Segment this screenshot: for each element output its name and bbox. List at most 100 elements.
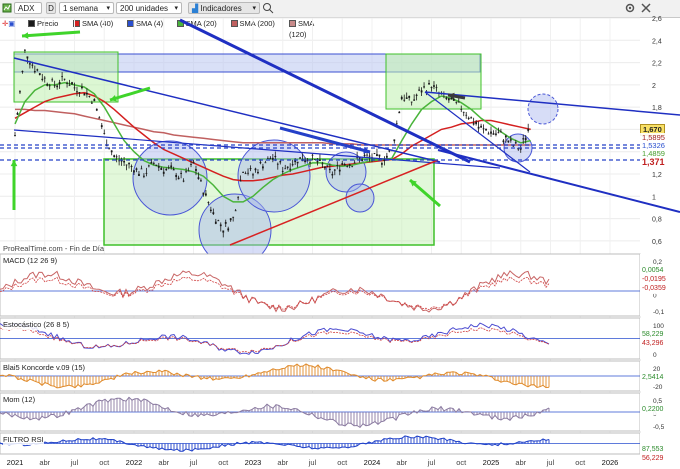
y-tick-label: 0,6 [652, 239, 662, 246]
price-candle-body [433, 85, 435, 87]
price-candle-body [78, 92, 81, 93]
price-candle-body [266, 158, 269, 159]
price-candle-body [143, 175, 145, 177]
indicator-title: MACD (12 26 9) [3, 256, 58, 266]
price-candle-body [197, 177, 200, 180]
price-candle-body [346, 165, 349, 167]
price-candle-body [262, 166, 264, 169]
price-candle-body [460, 109, 463, 110]
price-candle-body [254, 168, 257, 171]
price-candle-body [363, 154, 366, 157]
price-candle-body [252, 174, 254, 176]
price-candle-body [147, 165, 150, 167]
price-candle-body [465, 114, 468, 116]
price-candle-body [128, 163, 130, 165]
price-candle-body [43, 77, 46, 79]
price-candle-body [56, 85, 59, 88]
price-candle-body [28, 63, 31, 65]
price-candle-body [502, 140, 505, 143]
price-candle-body [237, 197, 240, 199]
indicator-tick-label: 0 [653, 352, 657, 359]
price-candle-body [81, 86, 83, 89]
price-candle-body [309, 162, 311, 164]
x-tick-label: abr [277, 458, 288, 467]
price-candle-body [381, 163, 383, 165]
x-tick-label: 2023 [245, 458, 262, 467]
price-candle-body [428, 83, 430, 85]
indicator-value-label: 43,296 [640, 339, 666, 349]
price-candle-body [286, 166, 289, 168]
price-candle-body [19, 91, 21, 93]
price-candle-body [289, 168, 292, 170]
price-candle-body [16, 112, 19, 115]
indicator-tick-label: -0,5 [653, 424, 665, 431]
price-candle-body [470, 117, 473, 119]
level-label: 1,371 [640, 157, 667, 167]
y-tick-label: 1,2 [652, 172, 662, 179]
price-candle-body [410, 101, 413, 103]
price-candle-body [323, 166, 326, 169]
price-candle-body [217, 220, 220, 222]
price-candle-body [227, 228, 230, 231]
price-candle-body [455, 101, 458, 103]
price-candle-body [331, 173, 334, 176]
price-candle-body [336, 165, 339, 166]
price-candle-body [110, 150, 113, 153]
price-candle-body [368, 155, 371, 157]
price-candle-body [93, 98, 96, 102]
x-tick-label: abr [39, 458, 50, 467]
price-candle-body [207, 202, 210, 204]
price-candle-body [138, 173, 140, 177]
x-tick-label: 2026 [602, 458, 619, 467]
y-tick-label: 1 [652, 194, 656, 201]
price-candle-body [343, 164, 346, 166]
price-candle-body [319, 159, 321, 161]
x-tick-label: jul [70, 458, 79, 467]
price-candle-body [296, 161, 299, 164]
price-candle-body [135, 168, 138, 170]
price-candle-body [41, 78, 44, 81]
price-candle-body [66, 82, 68, 84]
price-candle-body [200, 180, 202, 182]
price-candle-body [487, 133, 490, 135]
price-candle-body [24, 49, 26, 51]
price-candle-body [140, 168, 143, 170]
x-tick-label: 2022 [126, 458, 143, 467]
price-candle-body [61, 76, 64, 78]
price-candle-body [333, 169, 336, 171]
price-candle-body [413, 99, 416, 101]
indicator-tick-label: -20 [653, 384, 663, 391]
price-candle-body [497, 132, 500, 134]
price-candle-body [467, 117, 470, 119]
price-candle-body [249, 168, 252, 170]
price-candle-body [36, 69, 39, 71]
price-candle-body [445, 97, 448, 100]
price-candle-body [232, 216, 235, 218]
price-candle-body [264, 162, 267, 164]
price-candle-body [279, 161, 282, 163]
price-candle-body [63, 78, 66, 80]
price-candle-body [378, 154, 381, 157]
price-candle-body [500, 131, 502, 133]
price-candle-body [26, 56, 29, 59]
y-tick-label: 2,6 [652, 16, 662, 23]
price-candle-body [53, 85, 56, 87]
price-candle-body [239, 180, 242, 182]
price-candle-body [447, 98, 450, 101]
price-candle-body [187, 170, 190, 172]
price-candle-body [507, 140, 510, 143]
x-tick-label: oct [218, 458, 229, 467]
price-candle-body [393, 139, 396, 142]
price-candle-body [485, 128, 487, 131]
x-tick-label: jul [308, 458, 317, 467]
price-candle-body [88, 96, 91, 97]
price-candle-body [348, 164, 351, 166]
indicator-value-label: 2,5414 [640, 373, 666, 383]
price-candle-body [284, 168, 287, 170]
indicator-title: FILTRO RSI [3, 435, 44, 445]
price-candle-body [212, 212, 215, 215]
price-candle-body [351, 166, 354, 168]
price-candle-body [222, 230, 225, 233]
price-candle-body [214, 221, 217, 224]
price-candle-body [328, 168, 331, 171]
